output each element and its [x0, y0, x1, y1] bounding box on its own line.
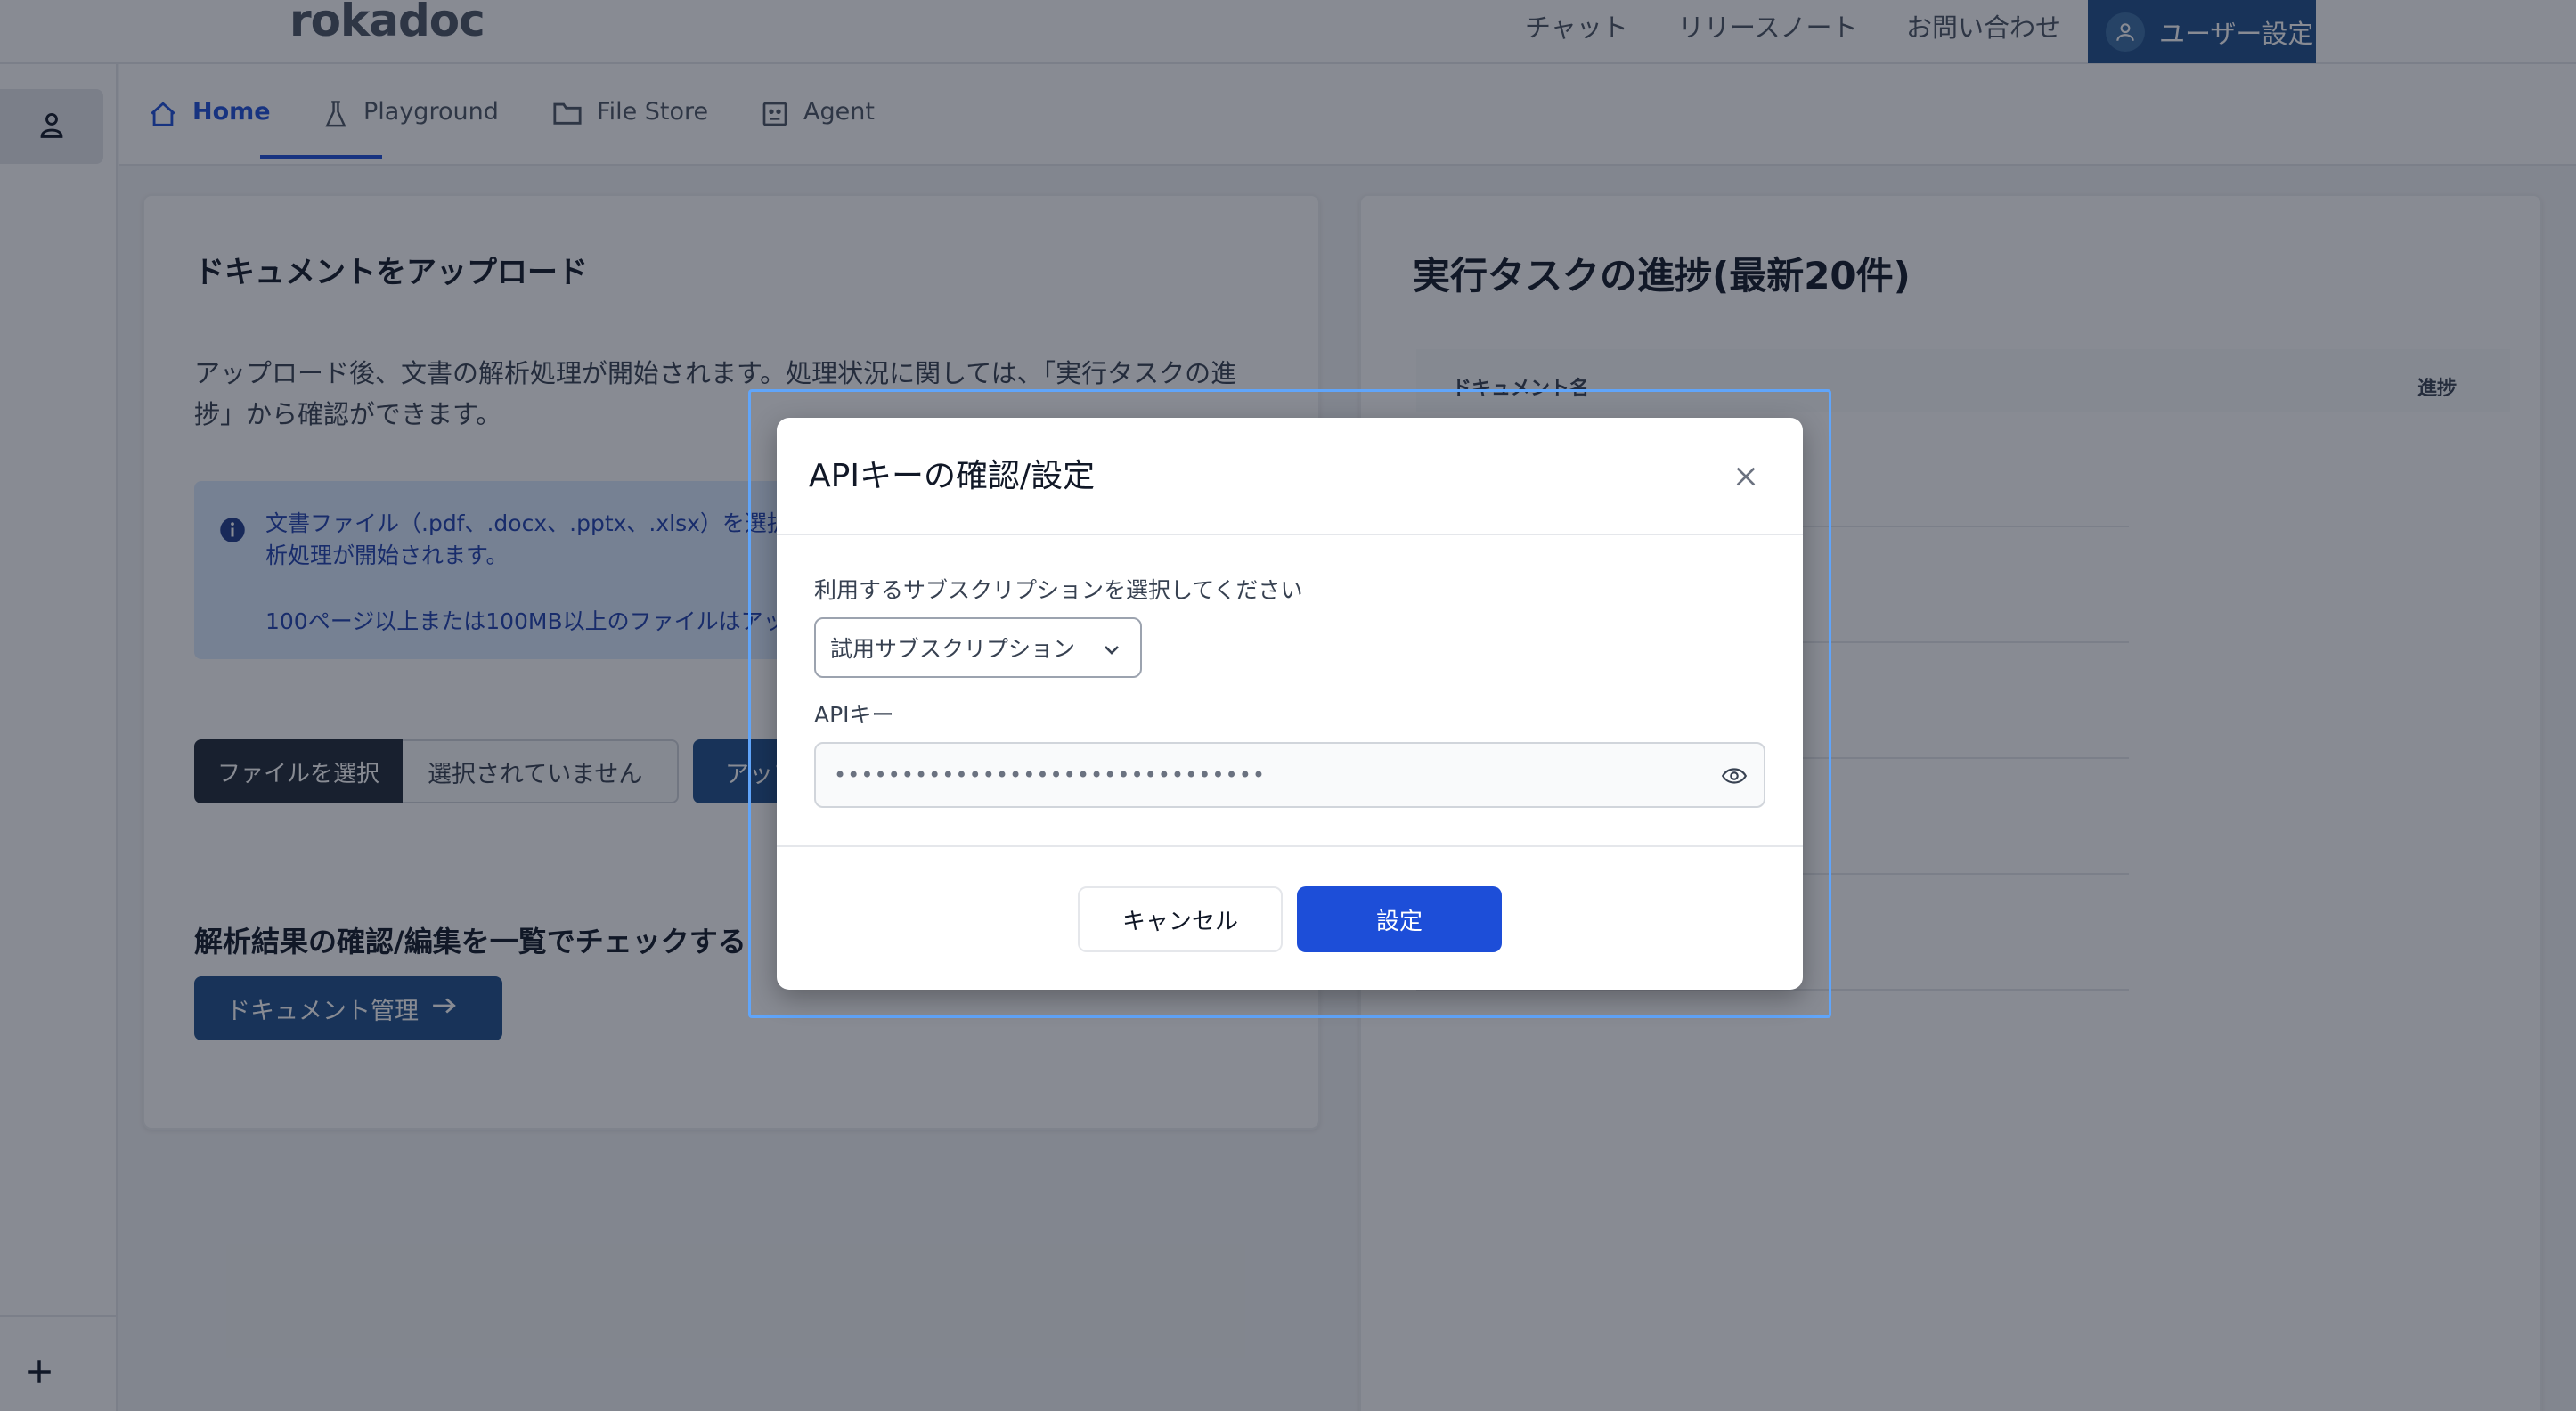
modal-divider — [777, 845, 1803, 847]
modal-title: APIキーの確認/設定 — [809, 458, 1096, 494]
api-key-modal: APIキーの確認/設定 利用するサブスクリプションを選択してください 試用サブス… — [777, 418, 1803, 990]
chevron-down-icon — [1101, 639, 1122, 665]
api-key-input[interactable]: •••••••••••••••••••••••••••••••• — [814, 742, 1765, 808]
subscription-select[interactable]: 試用サブスクリプション — [814, 617, 1142, 678]
save-settings-button[interactable]: 設定 — [1297, 886, 1502, 952]
api-key-label: APIキー — [814, 702, 894, 728]
subscription-selected-value: 試用サブスクリプション — [830, 636, 1076, 662]
api-key-masked-value: •••••••••••••••••••••••••••••••• — [834, 763, 1266, 787]
subscription-label: 利用するサブスクリプションを選択してください — [814, 577, 1303, 603]
eye-icon[interactable] — [1721, 765, 1748, 792]
close-icon[interactable] — [1732, 462, 1760, 491]
page: rokadoc チャット リリースノート お問い合わせ ユーザー設定 — [0, 0, 2576, 1411]
modal-divider — [777, 534, 1803, 535]
cancel-button[interactable]: キャンセル — [1078, 886, 1283, 952]
